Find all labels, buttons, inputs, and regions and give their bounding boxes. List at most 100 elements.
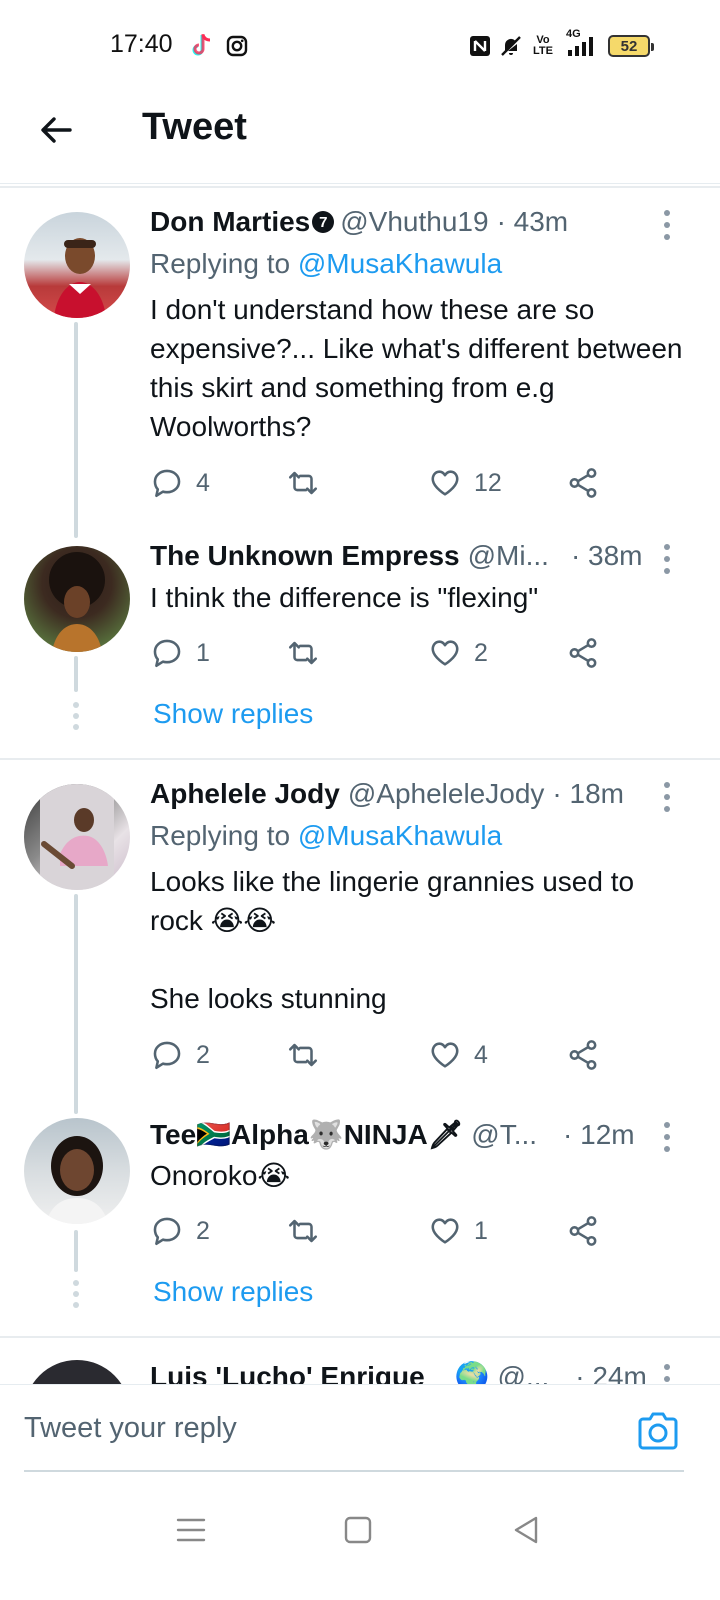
back-triangle-icon[interactable] xyxy=(508,1510,548,1550)
author-handle[interactable]: @T... xyxy=(471,1119,537,1151)
share-icon xyxy=(569,468,597,498)
tweet-time: · 12m xyxy=(563,1118,635,1150)
author-name[interactable]: Luis 'Lucho' Enrique xyxy=(150,1361,425,1385)
author-name-part[interactable]: Tee xyxy=(150,1119,196,1151)
like-button[interactable]: 4 xyxy=(428,1038,488,1072)
reply-count: 2 xyxy=(196,1040,210,1069)
more-options-icon[interactable] xyxy=(664,782,670,812)
author-handle[interactable]: @ApheleleJody xyxy=(348,778,545,810)
instagram-icon xyxy=(224,32,250,60)
reply-button[interactable]: 1 xyxy=(150,636,210,670)
like-count: 1 xyxy=(474,1216,488,1245)
heart-icon xyxy=(431,640,459,666)
camera-icon[interactable] xyxy=(636,1411,680,1451)
retweet-button[interactable] xyxy=(286,466,320,500)
menu-icon[interactable] xyxy=(172,1510,212,1550)
back-arrow-icon[interactable] xyxy=(36,110,76,150)
status-time: 17:40 xyxy=(110,30,173,58)
author-name-part[interactable]: NINJA xyxy=(344,1119,428,1151)
show-replies-link[interactable]: Show replies xyxy=(153,1276,313,1308)
tweet-header: Luis 'Lucho' Enrique 🌍 @... · 24m xyxy=(150,1360,650,1384)
share-button[interactable] xyxy=(566,466,600,500)
author-name[interactable]: The Unknown Empress xyxy=(150,540,460,572)
dagger-icon: 🗡 xyxy=(427,1118,464,1151)
tweet-time: · 43m xyxy=(496,206,569,237)
replying-to-label: Replying to xyxy=(150,820,298,851)
reply-button[interactable]: 2 xyxy=(150,1038,210,1072)
share-button[interactable] xyxy=(566,1038,600,1072)
like-count: 2 xyxy=(474,638,488,667)
reply-icon xyxy=(153,639,181,668)
reply-composer xyxy=(0,1384,720,1472)
retweet-icon xyxy=(288,471,318,495)
share-button[interactable] xyxy=(566,636,600,670)
avatar[interactable] xyxy=(24,1360,130,1384)
mute-icon xyxy=(498,32,524,60)
share-icon xyxy=(569,1216,597,1246)
tweet-text: Looks like the lingerie grannies used to… xyxy=(150,866,635,1014)
like-count: 4 xyxy=(474,1040,488,1069)
retweet-icon xyxy=(288,641,318,665)
author-name-part[interactable]: Alpha xyxy=(231,1119,309,1151)
tweet-actions: 1 2 xyxy=(150,636,610,672)
more-options-icon[interactable] xyxy=(664,1364,670,1384)
like-button[interactable]: 1 xyxy=(428,1214,488,1248)
signal-4g-icon: 4G xyxy=(562,28,602,60)
tweet-header: Don Marties 7 @Vhuthu19 · 43m xyxy=(150,206,568,238)
reply-count: 4 xyxy=(196,468,210,497)
share-icon xyxy=(569,1040,597,1070)
like-button[interactable]: 2 xyxy=(428,636,488,670)
tiktok-icon xyxy=(188,32,214,60)
retweet-icon xyxy=(288,1219,318,1243)
badge-icon: 7 xyxy=(312,211,335,233)
like-count: 12 xyxy=(474,468,502,497)
author-handle[interactable]: @Mi... xyxy=(468,540,549,572)
battery-level: 52 xyxy=(620,37,638,55)
retweet-button[interactable] xyxy=(286,1038,320,1072)
tweet-header: Tee 🇿🇦 Alpha 🐺 NINJA 🗡 @T... · 12m xyxy=(150,1118,650,1151)
heart-icon xyxy=(431,1042,459,1068)
more-options-icon[interactable] xyxy=(664,210,670,240)
like-button[interactable]: 12 xyxy=(428,466,502,500)
reply-icon xyxy=(153,469,181,498)
network-label: 4G xyxy=(566,28,581,40)
avatar[interactable] xyxy=(24,546,130,652)
heart-icon xyxy=(431,470,459,496)
show-replies-link[interactable]: Show replies xyxy=(153,698,313,730)
mention-link[interactable]: @MusaKhawula xyxy=(298,248,502,279)
author-handle[interactable]: @... xyxy=(498,1361,550,1385)
status-bar: 17:40 Vo LTE 4G 52 xyxy=(0,0,720,92)
replying-to: Replying to @MusaKhawula xyxy=(150,820,502,852)
author-name[interactable]: Aphelele Jody xyxy=(150,778,340,810)
retweet-button[interactable] xyxy=(286,1214,320,1248)
thread-separator xyxy=(0,1336,720,1338)
author-handle[interactable]: @Vhuthu19 xyxy=(340,206,488,238)
thread-line xyxy=(74,1230,78,1272)
nfc-icon xyxy=(468,32,492,60)
page-title: Tweet xyxy=(142,106,247,148)
reply-button[interactable]: 2 xyxy=(150,1214,210,1248)
reply-icon xyxy=(153,1041,181,1070)
tweet-text: Onoroko😭 xyxy=(150,1160,291,1191)
avatar[interactable] xyxy=(24,1118,130,1224)
reply-icon xyxy=(153,1217,181,1246)
volte-icon: Vo LTE xyxy=(533,34,553,57)
more-options-icon[interactable] xyxy=(664,544,670,574)
header-divider xyxy=(0,186,720,188)
reply-underline xyxy=(24,1470,684,1472)
reply-input[interactable] xyxy=(24,1405,604,1451)
retweet-button[interactable] xyxy=(286,636,320,670)
share-button[interactable] xyxy=(566,1214,600,1248)
more-options-icon[interactable] xyxy=(664,1122,670,1152)
mention-link[interactable]: @MusaKhawula xyxy=(298,820,502,851)
tweet-text: I think the difference is "flexing" xyxy=(150,582,539,613)
tweet-luis-enrique[interactable]: Luis 'Lucho' Enrique 🌍 @... · 24m xyxy=(0,1346,720,1384)
avatar[interactable] xyxy=(24,212,130,318)
thread-separator xyxy=(0,758,720,760)
home-square-icon[interactable] xyxy=(340,1510,380,1550)
author-name[interactable]: Don Marties xyxy=(150,206,310,238)
reply-button[interactable]: 4 xyxy=(150,466,210,500)
avatar[interactable] xyxy=(24,784,130,890)
retweet-icon xyxy=(288,1043,318,1067)
replying-to: Replying to @MusaKhawula xyxy=(150,248,502,280)
